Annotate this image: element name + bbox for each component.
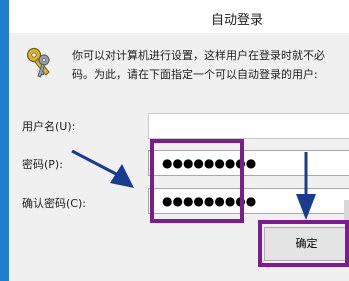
window-title: 自动登录 xyxy=(211,13,264,28)
confirm-password-label: 确认密码(C): xyxy=(22,197,86,210)
password-label: 密码(P): xyxy=(22,158,63,171)
window-accent-border xyxy=(0,0,9,281)
title-bar: 自动登录 xyxy=(9,0,349,33)
ok-highlight-box xyxy=(258,220,349,267)
description-line-2: 码。为此，请在下面指定一个可以自动登录的用户: xyxy=(72,68,318,81)
password-highlight-box xyxy=(150,139,244,223)
auto-login-dialog: 自动登录 你可以对计算机进行设置，这样用户在登录时就不必 码。为此，请在下面指定… xyxy=(0,0,349,281)
scrollbar[interactable] xyxy=(344,200,349,222)
description-text: 你可以对计算机进行设置，这样用户在登录时就不必 码。为此，请在下面指定一个可以自… xyxy=(72,46,349,84)
description-line-1: 你可以对计算机进行设置，这样用户在登录时就不必 xyxy=(72,49,325,62)
username-label: 用户名(U): xyxy=(22,120,76,133)
username-field[interactable] xyxy=(148,113,349,139)
keys-icon xyxy=(26,47,50,78)
